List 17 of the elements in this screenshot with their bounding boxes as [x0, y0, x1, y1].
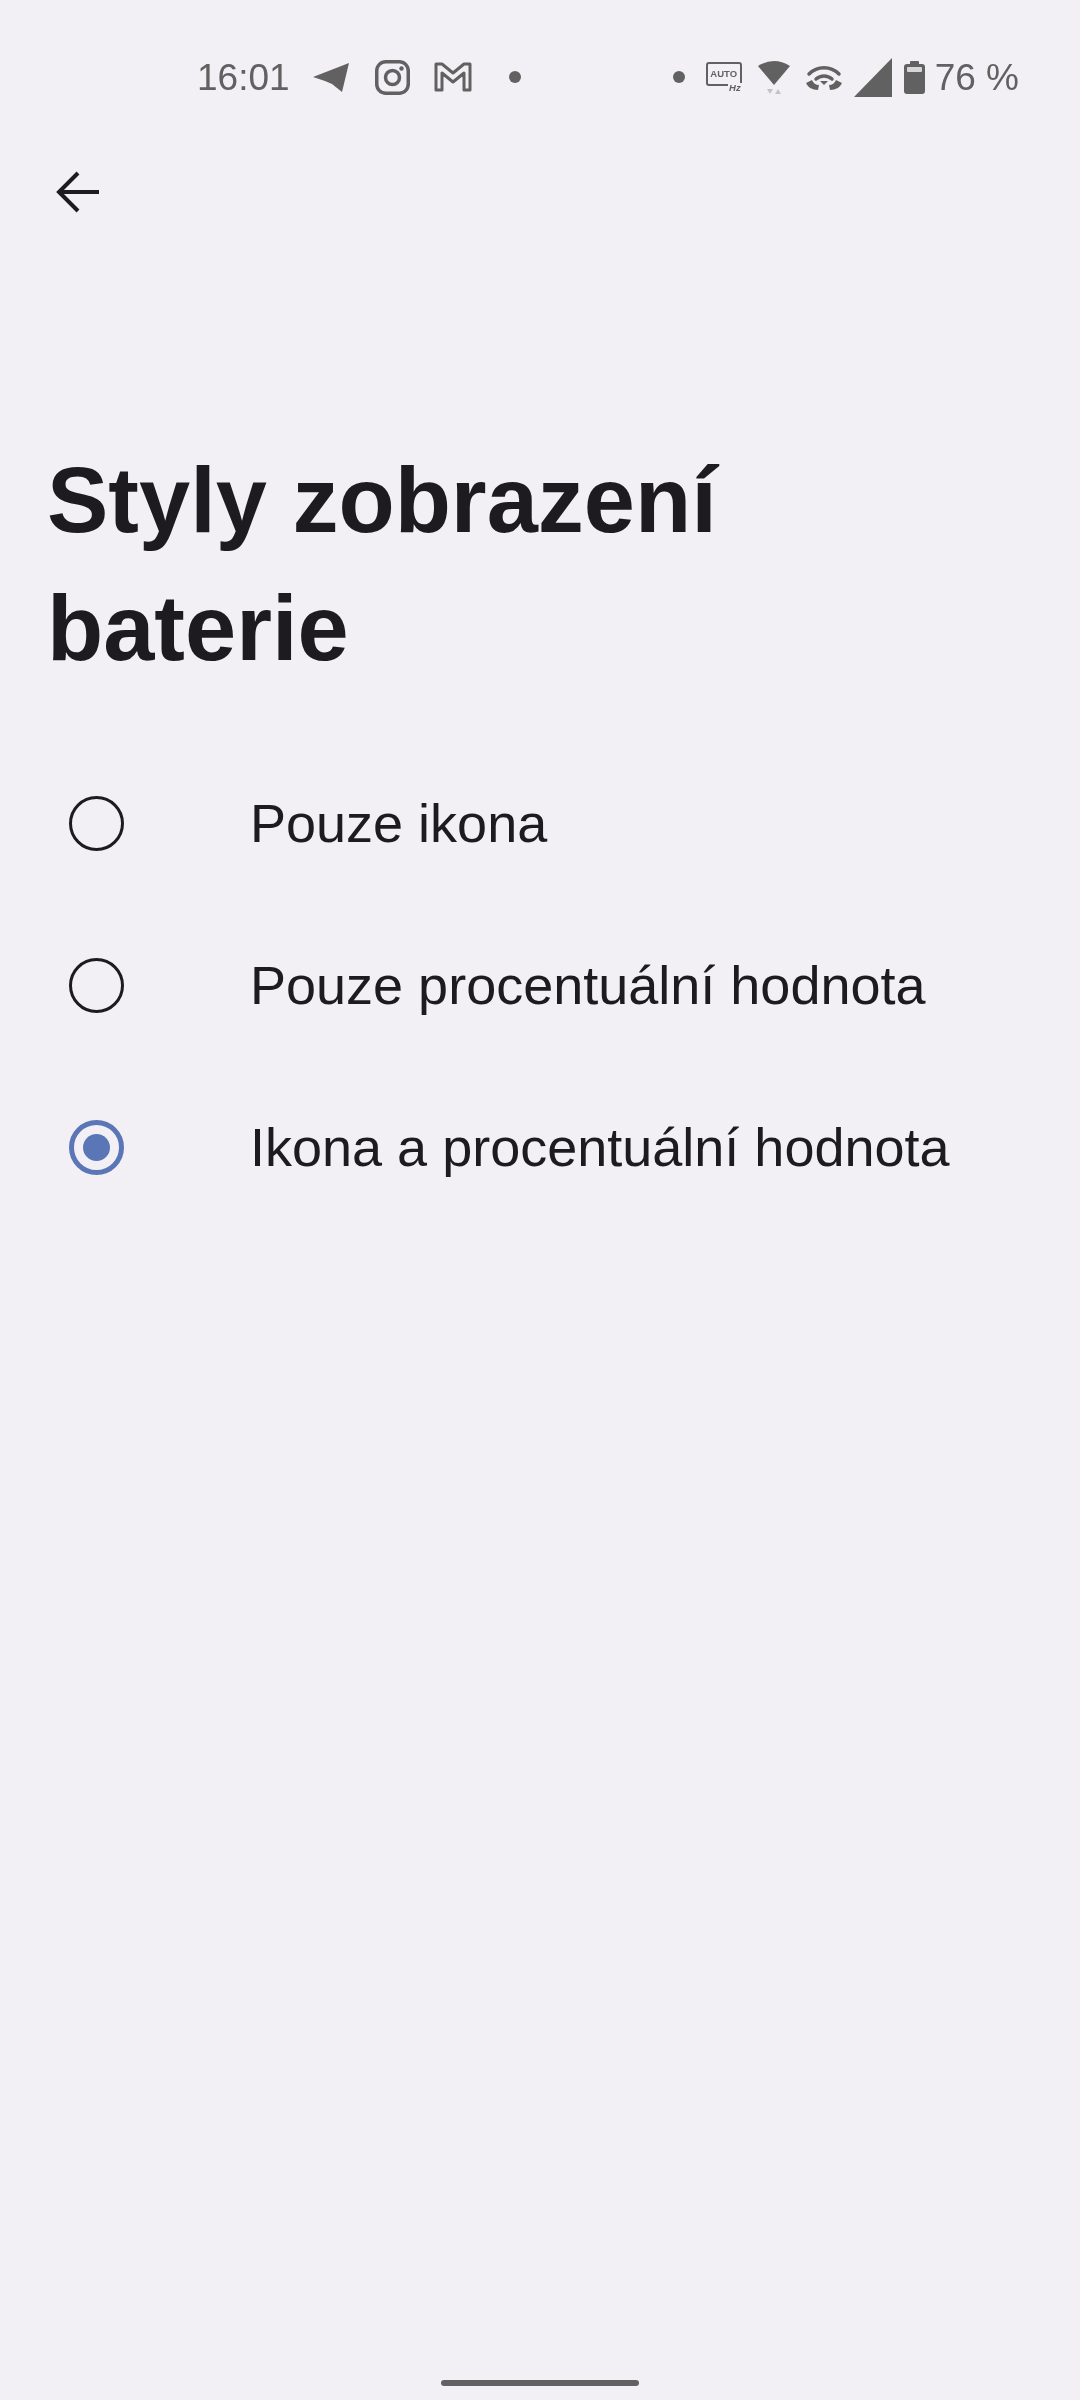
- letter-m-icon: [433, 62, 472, 92]
- battery-percentage: 76 %: [934, 58, 1019, 96]
- battery-icon: [903, 60, 925, 94]
- refresh-rate-unit: Hz: [728, 82, 742, 92]
- camera-icon: [374, 59, 410, 95]
- signal-icon: [853, 57, 892, 97]
- radio-button[interactable]: [69, 795, 124, 851]
- wifi-icon: [757, 59, 790, 95]
- notification-dot-icon: [508, 71, 521, 83]
- status-time: 16:01: [197, 58, 290, 96]
- paper-plane-icon: [311, 61, 350, 93]
- radio-button[interactable]: [69, 1119, 124, 1175]
- wireless-arcs-icon: [804, 63, 843, 91]
- option-label[interactable]: Pouze ikona: [250, 796, 548, 850]
- notification-dot-icon: [672, 71, 685, 83]
- radio-button[interactable]: [69, 957, 124, 1013]
- back-arrow-icon[interactable]: [55, 170, 99, 214]
